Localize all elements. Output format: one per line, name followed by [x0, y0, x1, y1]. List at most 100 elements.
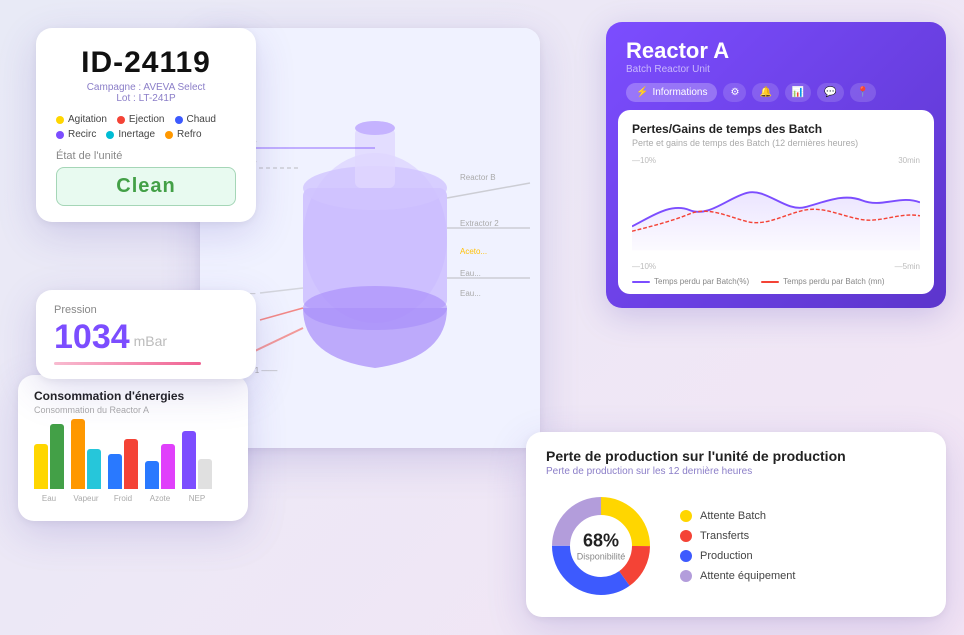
- reactor-header: Reactor A Batch Reactor Unit ⚡ Informati…: [606, 22, 946, 110]
- legend-production: Production: [680, 550, 795, 562]
- bar-vapeur-2: [87, 449, 101, 489]
- energy-card: Consommation d'énergies Consommation du …: [18, 375, 248, 521]
- tab-informations[interactable]: ⚡ Informations: [626, 83, 717, 102]
- legend-label-purple: Temps perdu par Batch(%): [654, 277, 749, 286]
- bar-group-vapeur: Vapeur: [71, 419, 101, 503]
- tag-dot-ejection: [117, 116, 125, 124]
- pression-value: 1034 mBar: [54, 320, 238, 354]
- label-attente-batch: Attente Batch: [700, 510, 766, 522]
- production-legend: Attente Batch Transferts Production Atte…: [680, 510, 795, 582]
- y-right-bottom: —5min: [895, 262, 920, 271]
- tab-settings[interactable]: ⚙: [723, 83, 746, 102]
- pression-number: 1034: [54, 320, 130, 354]
- donut-center: 68% Disponibilité: [577, 531, 626, 562]
- tab-location[interactable]: 📍: [850, 83, 876, 102]
- bar-label-nep: NEP: [189, 494, 205, 503]
- legend-line-purple: [632, 281, 650, 283]
- reactor-tabs: ⚡ Informations ⚙ 🔔 📊 💬 📍: [626, 83, 926, 102]
- tab-chart[interactable]: 📊: [785, 83, 811, 102]
- dashboard: Ligne 1 —— Ligne 2 —— Reactor B Extracto…: [0, 0, 964, 635]
- bar-label-eau: Eau: [42, 494, 56, 503]
- bar-group-nep: NEP: [182, 431, 212, 503]
- tab-alerts[interactable]: 🔔: [752, 83, 778, 102]
- dot-transferts: [680, 530, 692, 542]
- svg-text:Aceto...: Aceto...: [460, 247, 487, 256]
- reactor-sub: Batch Reactor Unit: [626, 64, 926, 75]
- legend-transferts: Transferts: [680, 530, 795, 542]
- tab-chat[interactable]: 💬: [817, 83, 843, 102]
- production-sub: Perte de production sur les 12 dernière …: [546, 466, 926, 477]
- svg-text:Reactor B: Reactor B: [460, 173, 496, 182]
- legend-line-red: [761, 281, 779, 283]
- bar-group-eau: Eau: [34, 424, 64, 503]
- reactor-card: Reactor A Batch Reactor Unit ⚡ Informati…: [606, 22, 946, 308]
- dot-attente-batch: [680, 510, 692, 522]
- tag-dot-inertage: [106, 131, 114, 139]
- tag-recirc: Recirc: [56, 129, 96, 140]
- tags-row: Agitation Ejection Chaud Recirc Inertage…: [56, 114, 236, 140]
- tab-informations-label: Informations: [652, 87, 707, 98]
- bar-chart: Eau Vapeur Froid: [34, 427, 232, 507]
- tag-dot-refro: [165, 131, 173, 139]
- tag-label-inertage: Inertage: [118, 129, 155, 140]
- tag-refro: Refro: [165, 129, 201, 140]
- tag-dot-agitation: [56, 116, 64, 124]
- chart-legend: Temps perdu par Batch(%) Temps perdu par…: [632, 277, 920, 286]
- bar-eau-1: [34, 444, 48, 489]
- tag-label-agitation: Agitation: [68, 114, 107, 125]
- bar-label-froid: Froid: [114, 494, 132, 503]
- chart-title: Pertes/Gains de temps des Batch: [632, 122, 920, 136]
- label-production: Production: [700, 550, 753, 562]
- tag-label-recirc: Recirc: [68, 129, 96, 140]
- bar-nep-1: [182, 431, 196, 489]
- legend-attente-equipement: Attente équipement: [680, 570, 795, 582]
- pression-bar: [54, 362, 201, 365]
- etat-label: État de l'unité: [56, 150, 236, 162]
- dot-attente-equipement: [680, 570, 692, 582]
- bar-froid-1: [108, 454, 122, 489]
- tag-chaud: Chaud: [175, 114, 216, 125]
- bar-nep-2: [198, 459, 212, 489]
- line-chart: [632, 167, 920, 257]
- dot-production: [680, 550, 692, 562]
- svg-text:Eau...: Eau...: [460, 289, 481, 298]
- reactor-chart-area: Pertes/Gains de temps des Batch Perte et…: [618, 110, 934, 294]
- pression-label: Pression: [54, 304, 238, 316]
- bar-group-froid: Froid: [108, 439, 138, 503]
- tag-label-refro: Refro: [177, 129, 201, 140]
- legend-label-red: Temps perdu par Batch (mn): [783, 277, 884, 286]
- bar-froid-2: [124, 439, 138, 489]
- label-attente-equipement: Attente équipement: [700, 570, 795, 582]
- production-card: Perte de production sur l'unité de produ…: [526, 432, 946, 617]
- label-transferts: Transferts: [700, 530, 749, 542]
- svg-text:Eau...: Eau...: [460, 269, 481, 278]
- bar-azote-1: [145, 461, 159, 489]
- y-left-bottom: —10%: [632, 262, 656, 271]
- tag-label-ejection: Ejection: [129, 114, 165, 125]
- lot-label: Lot : LT-241P: [56, 93, 236, 104]
- legend-item-purple: Temps perdu par Batch(%): [632, 277, 749, 286]
- tag-dot-recirc: [56, 131, 64, 139]
- id-card: ID-24119 Campagne : AVEVA Select Lot : L…: [36, 28, 256, 222]
- bar-label-azote: Azote: [150, 494, 170, 503]
- legend-item-red: Temps perdu par Batch (mn): [761, 277, 884, 286]
- production-body: 68% Disponibilité Attente Batch Transfer…: [546, 491, 926, 601]
- tag-agitation: Agitation: [56, 114, 107, 125]
- chart-sub: Perte et gains de temps des Batch (12 de…: [632, 138, 920, 148]
- bar-label-vapeur: Vapeur: [73, 494, 98, 503]
- reactor-title: Reactor A: [626, 38, 926, 64]
- production-title: Perte de production sur l'unité de produ…: [546, 448, 926, 464]
- bar-azote-2: [161, 444, 175, 489]
- legend-attente-batch: Attente Batch: [680, 510, 795, 522]
- tag-ejection: Ejection: [117, 114, 165, 125]
- y-left-top: —10%: [632, 156, 656, 165]
- donut-chart: 68% Disponibilité: [546, 491, 656, 601]
- tag-inertage: Inertage: [106, 129, 155, 140]
- bar-group-azote: Azote: [145, 444, 175, 503]
- energy-title: Consommation d'énergies: [34, 389, 232, 403]
- campaign-label: Campagne : AVEVA Select: [56, 82, 236, 93]
- donut-percentage: 68%: [577, 531, 626, 552]
- donut-label: Disponibilité: [577, 552, 626, 562]
- pression-card: Pression 1034 mBar: [36, 290, 256, 379]
- y-right-top: 30min: [898, 156, 920, 165]
